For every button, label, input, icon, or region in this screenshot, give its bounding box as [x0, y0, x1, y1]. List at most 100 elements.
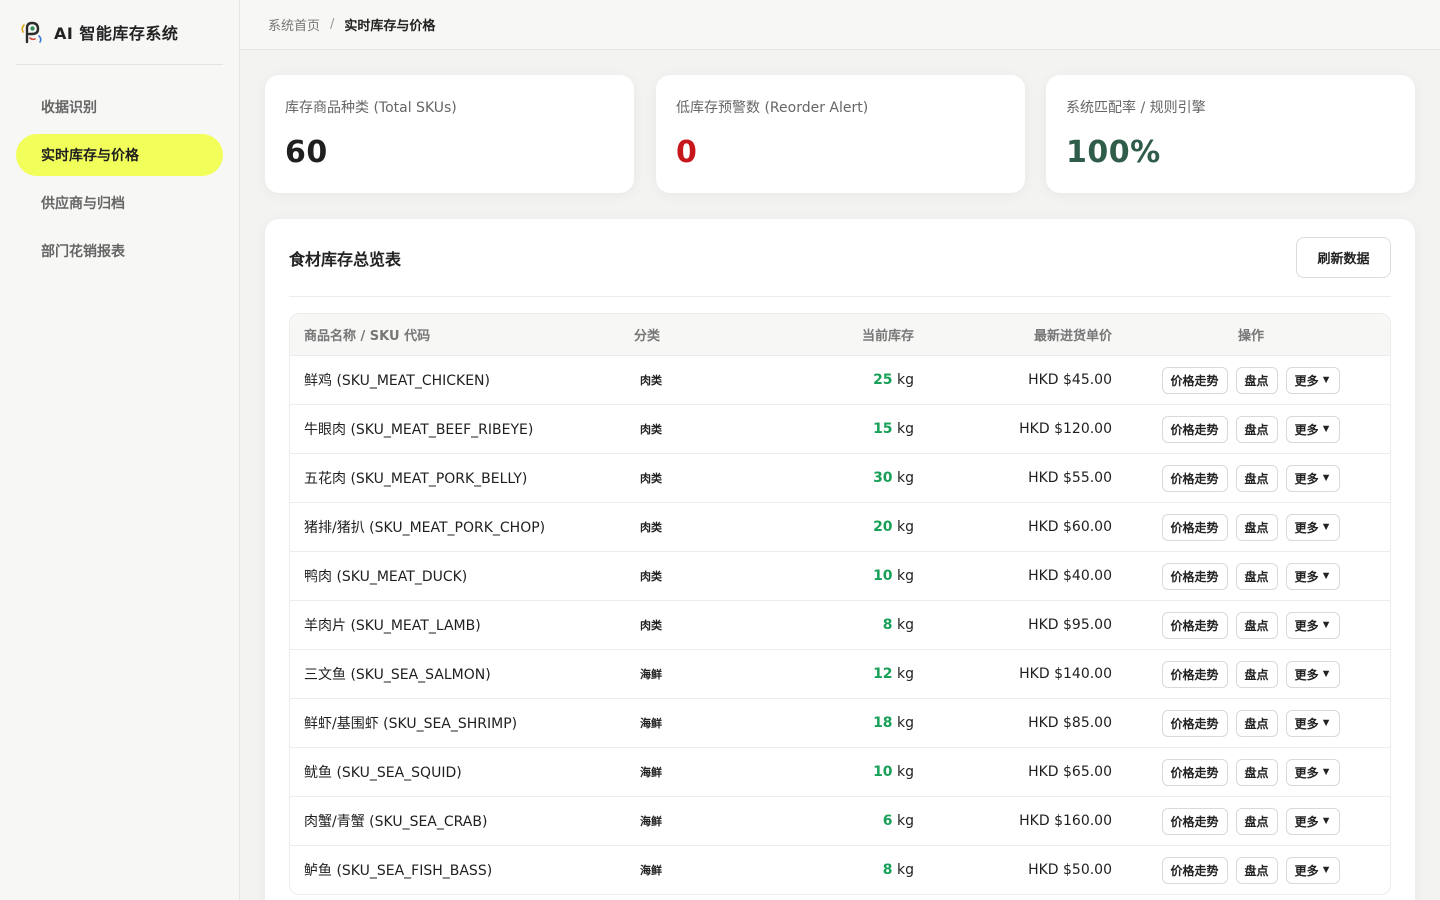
table-row: 鲈鱼 (SKU_SEA_FISH_BASS) 海鲜 8 kg HKD $50.0… [290, 845, 1390, 894]
price-trend-button[interactable]: 价格走势 [1161, 464, 1228, 492]
column-header-actions: 操作 [1237, 329, 1264, 344]
more-actions-button[interactable]: 更多 ▼ [1285, 415, 1341, 443]
sidebar-item-suppliers-archive[interactable]: 供应商与归档 [16, 182, 223, 224]
price-trend-button[interactable]: 价格走势 [1161, 562, 1228, 590]
breadcrumb-separator: / [330, 17, 335, 32]
sidebar-item-inventory-prices[interactable]: 实时库存与价格 [16, 134, 223, 176]
table-row: 猪排/猪扒 (SKU_MEAT_PORK_CHOP) 肉类 20 kg HKD … [290, 502, 1390, 551]
brand[interactable]: AI 智能库存系统 [16, 0, 223, 65]
row-actions: 价格走势 盘点 更多 ▼ [1112, 709, 1390, 737]
item-name: 鲜鸡 (SKU_MEAT_CHICKEN) [304, 373, 490, 389]
latest-price: HKD $120.00 [1019, 421, 1112, 437]
inventory-table: 商品名称 / SKU 代码 分类 当前库存 最新进货单价 操作 鲜鸡 (SKU_… [289, 313, 1391, 895]
row-actions: 价格走势 盘点 更多 ▼ [1112, 758, 1390, 786]
sidebar-item-receipt-recognition[interactable]: 收据识别 [16, 86, 223, 128]
more-label: 更多 [1294, 520, 1319, 535]
stock-quantity: 15 [873, 421, 893, 437]
more-actions-button[interactable]: 更多 ▼ [1285, 660, 1341, 688]
more-actions-button[interactable]: 更多 ▼ [1285, 513, 1341, 541]
latest-price: HKD $55.00 [1028, 470, 1112, 486]
stock-count-button[interactable]: 盘点 [1235, 856, 1278, 884]
more-actions-button[interactable]: 更多 ▼ [1285, 464, 1341, 492]
category-tag: 肉类 [640, 423, 662, 436]
price-trend-button[interactable]: 价格走势 [1161, 660, 1228, 688]
chevron-down-icon: ▼ [1320, 521, 1332, 533]
stat-label: 系统匹配率 / 规则引擎 [1066, 100, 1206, 116]
stock-cell: 10 kg [780, 568, 914, 584]
inventory-panel: 食材库存总览表 刷新数据 商品名称 / SKU 代码 分类 当前库存 最新进货单… [265, 219, 1415, 900]
stock-cell: 12 kg [780, 666, 914, 682]
item-name: 鲜虾/基围虾 (SKU_SEA_SHRIMP) [304, 716, 518, 732]
stock-count-button[interactable]: 盘点 [1235, 513, 1278, 541]
stock-count-button[interactable]: 盘点 [1235, 464, 1278, 492]
panel-header: 食材库存总览表 刷新数据 [289, 219, 1391, 297]
stat-card-reorder-alert: 低库存预警数 (Reorder Alert) 0 [656, 75, 1025, 193]
stock-cell: 15 kg [780, 421, 914, 437]
more-actions-button[interactable]: 更多 ▼ [1285, 562, 1341, 590]
price-trend-button[interactable]: 价格走势 [1161, 415, 1228, 443]
stock-quantity: 6 [882, 813, 893, 829]
price-trend-button[interactable]: 价格走势 [1161, 758, 1228, 786]
more-actions-button[interactable]: 更多 ▼ [1285, 807, 1341, 835]
latest-price: HKD $140.00 [1019, 666, 1112, 682]
stat-value: 0 [676, 135, 698, 170]
more-actions-button[interactable]: 更多 ▼ [1285, 366, 1341, 394]
breadcrumb-home-link[interactable]: 系统首页 [268, 15, 320, 34]
stock-unit: kg [897, 617, 914, 633]
more-label: 更多 [1294, 569, 1319, 584]
stock-count-button[interactable]: 盘点 [1235, 415, 1278, 443]
price-trend-button[interactable]: 价格走势 [1161, 366, 1228, 394]
stock-unit: kg [897, 813, 914, 829]
price-trend-button[interactable]: 价格走势 [1161, 513, 1228, 541]
peacock-logo-icon [21, 21, 42, 44]
stat-label: 库存商品种类 (Total SKUs) [285, 100, 457, 116]
stock-count-button[interactable]: 盘点 [1235, 758, 1278, 786]
row-actions: 价格走势 盘点 更多 ▼ [1112, 513, 1390, 541]
item-name: 三文鱼 (SKU_SEA_SALMON) [304, 667, 491, 683]
chevron-down-icon: ▼ [1320, 570, 1332, 582]
sidebar-item-department-expense-report[interactable]: 部门花销报表 [16, 230, 223, 272]
breadcrumb: 系统首页 / 实时库存与价格 [240, 0, 1440, 50]
chevron-down-icon: ▼ [1320, 717, 1332, 729]
price-trend-button[interactable]: 价格走势 [1161, 709, 1228, 737]
stock-cell: 20 kg [780, 519, 914, 535]
chevron-down-icon: ▼ [1320, 864, 1332, 876]
more-actions-button[interactable]: 更多 ▼ [1285, 709, 1341, 737]
stock-count-button[interactable]: 盘点 [1235, 611, 1278, 639]
category-cell: 海鲜 [620, 666, 780, 682]
column-header-price: 最新进货单价 [1033, 329, 1112, 344]
stock-count-button[interactable]: 盘点 [1235, 660, 1278, 688]
item-name: 肉蟹/青蟹 (SKU_SEA_CRAB) [304, 814, 488, 830]
stock-quantity: 20 [873, 519, 893, 535]
stock-unit: kg [897, 715, 914, 731]
price-trend-button[interactable]: 价格走势 [1161, 611, 1228, 639]
more-actions-button[interactable]: 更多 ▼ [1285, 758, 1341, 786]
latest-price: HKD $45.00 [1028, 372, 1112, 388]
table-row: 羊肉片 (SKU_MEAT_LAMB) 肉类 8 kg HKD $95.00 价… [290, 600, 1390, 649]
chevron-down-icon: ▼ [1320, 374, 1332, 386]
category-cell: 肉类 [620, 372, 780, 388]
table-row: 三文鱼 (SKU_SEA_SALMON) 海鲜 12 kg HKD $140.0… [290, 649, 1390, 698]
column-header-category: 分类 [634, 329, 661, 344]
more-actions-button[interactable]: 更多 ▼ [1285, 611, 1341, 639]
stock-count-button[interactable]: 盘点 [1235, 709, 1278, 737]
refresh-data-button[interactable]: 刷新数据 [1296, 237, 1391, 278]
stock-count-button[interactable]: 盘点 [1235, 366, 1278, 394]
price-trend-button[interactable]: 价格走势 [1161, 807, 1228, 835]
row-actions: 价格走势 盘点 更多 ▼ [1112, 366, 1390, 394]
category-cell: 肉类 [620, 519, 780, 535]
stock-count-button[interactable]: 盘点 [1235, 807, 1278, 835]
chevron-down-icon: ▼ [1320, 815, 1332, 827]
price-trend-button[interactable]: 价格走势 [1161, 856, 1228, 884]
more-label: 更多 [1294, 422, 1319, 437]
more-label: 更多 [1294, 618, 1319, 633]
stock-quantity: 18 [873, 715, 893, 731]
more-actions-button[interactable]: 更多 ▼ [1285, 856, 1341, 884]
table-header-row: 商品名称 / SKU 代码 分类 当前库存 最新进货单价 操作 [290, 314, 1390, 355]
stock-cell: 30 kg [780, 470, 914, 486]
item-name: 五花肉 (SKU_MEAT_PORK_BELLY) [304, 471, 528, 487]
row-actions: 价格走势 盘点 更多 ▼ [1112, 611, 1390, 639]
stock-unit: kg [897, 862, 914, 878]
stock-count-button[interactable]: 盘点 [1235, 562, 1278, 590]
latest-price: HKD $65.00 [1028, 764, 1112, 780]
